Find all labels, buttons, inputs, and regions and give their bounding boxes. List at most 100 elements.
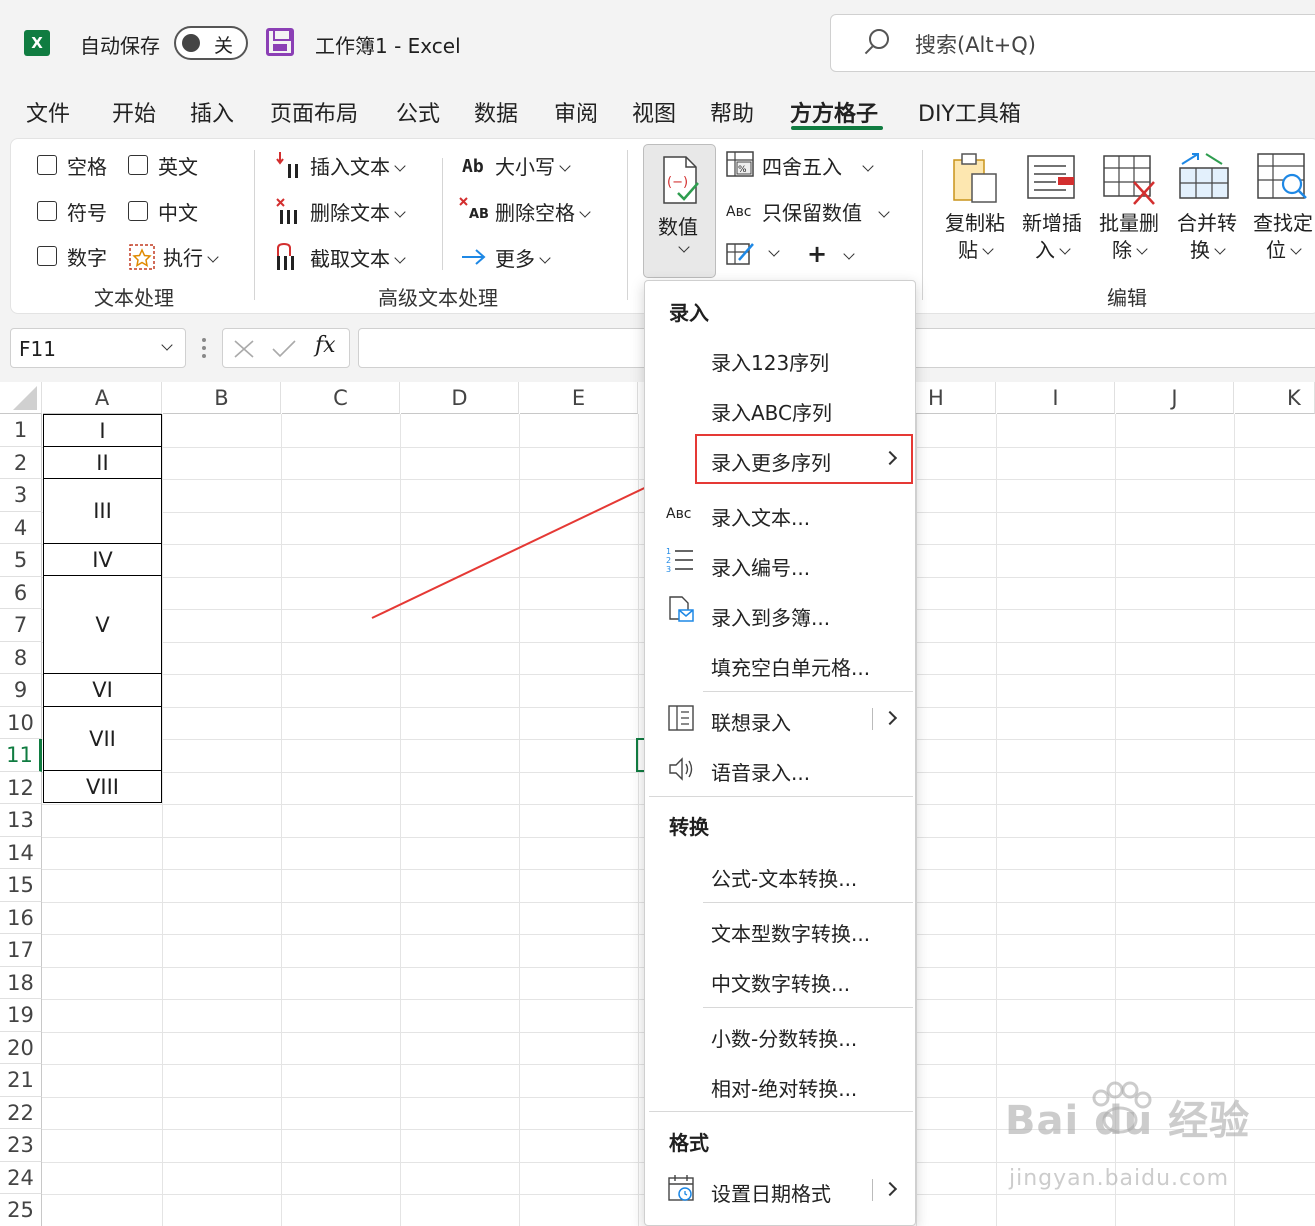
delete-text-button[interactable]: 删除文本 — [310, 197, 406, 226]
row-header-3[interactable]: 3 — [0, 479, 42, 512]
column-header-c[interactable]: C — [282, 382, 400, 414]
cell-a10-a11-merged[interactable]: VII — [43, 707, 162, 771]
insert-text-button[interactable]: 插入文本 — [310, 151, 406, 180]
value-button[interactable]: (−) 数值 — [643, 144, 716, 278]
menu-item-input-text[interactable]: 录入文本... — [711, 502, 810, 531]
menu-item-formula-text-convert[interactable]: 公式-文本转换... — [711, 863, 857, 892]
row-header-15[interactable]: 15 — [0, 869, 42, 902]
name-box[interactable]: F11 — [10, 328, 186, 368]
delete-space-button[interactable]: 删除空格 — [495, 197, 591, 226]
row-header-7[interactable]: 7 — [0, 609, 42, 642]
tab-review[interactable]: 审阅 — [554, 96, 598, 128]
menu-item-relative-absolute-convert[interactable]: 相对-绝对转换... — [711, 1073, 857, 1102]
menu-item-chinese-number-convert[interactable]: 中文数字转换... — [711, 968, 850, 997]
submenu-arrow-icon[interactable] — [882, 1181, 898, 1197]
row-header-21[interactable]: 21 — [0, 1064, 42, 1097]
column-header-b[interactable]: B — [163, 382, 281, 414]
tab-home[interactable]: 开始 — [112, 96, 156, 128]
row-header-18[interactable]: 18 — [0, 966, 42, 999]
cancel-icon[interactable] — [233, 339, 255, 359]
batch-delete-button[interactable]: 批量删 除 — [1094, 210, 1164, 264]
row-header-6[interactable]: 6 — [0, 576, 42, 609]
row-header-2[interactable]: 2 — [0, 446, 42, 479]
menu-item-input-abc[interactable]: 录入ABC序列 — [711, 397, 832, 426]
cell-a2[interactable]: II — [43, 447, 162, 479]
merge-convert-button[interactable]: 合并转 换 — [1172, 210, 1242, 264]
row-header-1[interactable]: 1 — [0, 414, 42, 447]
tab-data[interactable]: 数据 — [474, 96, 518, 128]
menu-item-text-number-convert[interactable]: 文本型数字转换... — [711, 918, 870, 947]
row-header-23[interactable]: 23 — [0, 1129, 42, 1162]
round-button[interactable]: 四舍五入 — [762, 151, 874, 180]
cell-a1[interactable]: I — [43, 414, 162, 447]
checkbox-chinese[interactable] — [128, 201, 148, 221]
checkbox-english[interactable] — [128, 155, 148, 175]
execute-button[interactable]: 执行 — [163, 242, 219, 271]
menu-item-voice-input[interactable]: 语音录入... — [711, 757, 810, 786]
more-button[interactable]: 更多 — [495, 243, 551, 272]
row-header-5[interactable]: 5 — [0, 544, 42, 577]
find-locate-button[interactable]: 查找定 位 — [1248, 210, 1315, 264]
column-header-h[interactable]: H — [916, 382, 996, 414]
row-header-13[interactable]: 13 — [0, 804, 42, 837]
row-header-14[interactable]: 14 — [0, 836, 42, 869]
row-header-20[interactable]: 20 — [0, 1031, 42, 1064]
menu-item-associative-input[interactable]: 联想录入 — [711, 707, 791, 736]
column-header-i[interactable]: I — [997, 382, 1115, 414]
save-icon[interactable] — [266, 28, 294, 56]
checkbox-number[interactable] — [37, 246, 57, 266]
column-header-d[interactable]: D — [401, 382, 519, 414]
plus-button[interactable]: + — [807, 240, 855, 268]
checkbox-symbol[interactable] — [37, 201, 57, 221]
insert-new-button[interactable]: 新增插 入 — [1016, 210, 1088, 264]
column-header-k[interactable]: K — [1235, 382, 1315, 414]
autosave-toggle[interactable]: 关 — [174, 26, 248, 60]
row-header-22[interactable]: 22 — [0, 1096, 42, 1129]
column-header-e[interactable]: E — [520, 382, 638, 414]
abc-text-icon: Aʙᴄ — [666, 506, 691, 522]
formula-bar-grip[interactable] — [202, 338, 206, 358]
tab-fangfanggezi[interactable]: 方方格子 — [790, 96, 878, 128]
extract-text-button[interactable]: 截取文本 — [310, 243, 406, 272]
cell-a6-a8-merged[interactable]: V — [43, 576, 162, 674]
row-header-17[interactable]: 17 — [0, 934, 42, 967]
checkbox-space[interactable] — [37, 155, 57, 175]
row-header-11[interactable]: 11 — [0, 739, 42, 772]
enter-icon[interactable] — [271, 339, 297, 359]
row-header-25[interactable]: 25 — [0, 1194, 42, 1226]
menu-item-input-multi-workbook[interactable]: 录入到多簿... — [711, 602, 830, 631]
tab-formulas[interactable]: 公式 — [396, 96, 440, 128]
menu-item-set-date-format[interactable]: 设置日期格式 — [711, 1178, 831, 1207]
row-header-24[interactable]: 24 — [0, 1161, 42, 1194]
keep-value-button[interactable]: 只保留数值 — [762, 197, 890, 226]
case-button[interactable]: 大小写 — [495, 151, 571, 180]
row-header-12[interactable]: 12 — [0, 771, 42, 804]
menu-item-fill-blank-cells[interactable]: 填充空白单元格... — [711, 652, 870, 681]
submenu-arrow-icon[interactable] — [882, 710, 898, 726]
cell-a5[interactable]: IV — [43, 544, 162, 576]
column-header-j[interactable]: J — [1116, 382, 1234, 414]
search-input[interactable]: 搜索(Alt+Q) — [830, 14, 1315, 72]
tab-help[interactable]: 帮助 — [710, 96, 754, 128]
tab-insert[interactable]: 插入 — [190, 96, 234, 128]
tab-file[interactable]: 文件 — [26, 96, 70, 128]
tab-diy-toolbox[interactable]: DIY工具箱 — [918, 96, 1021, 128]
tab-view[interactable]: 视图 — [632, 96, 676, 128]
row-header-4[interactable]: 4 — [0, 511, 42, 544]
row-header-19[interactable]: 19 — [0, 999, 42, 1032]
insert-function-button[interactable]: fx — [315, 333, 336, 358]
row-header-9[interactable]: 9 — [0, 674, 42, 707]
row-header-8[interactable]: 8 — [0, 641, 42, 674]
select-all-corner[interactable] — [0, 382, 42, 414]
cell-a3-a4-merged[interactable]: III — [43, 479, 162, 544]
menu-item-decimal-fraction-convert[interactable]: 小数-分数转换... — [711, 1023, 857, 1052]
cell-a12[interactable]: VIII — [43, 771, 162, 803]
menu-item-input-numbering[interactable]: 录入编号... — [711, 552, 810, 581]
tab-page-layout[interactable]: 页面布局 — [270, 96, 358, 128]
cell-a9[interactable]: VI — [43, 674, 162, 707]
menu-item-input-123[interactable]: 录入123序列 — [711, 347, 829, 376]
copy-paste-button[interactable]: 复制粘 贴 — [940, 210, 1010, 264]
column-header-a[interactable]: A — [43, 382, 162, 414]
row-header-10[interactable]: 10 — [0, 706, 42, 739]
row-header-16[interactable]: 16 — [0, 901, 42, 934]
